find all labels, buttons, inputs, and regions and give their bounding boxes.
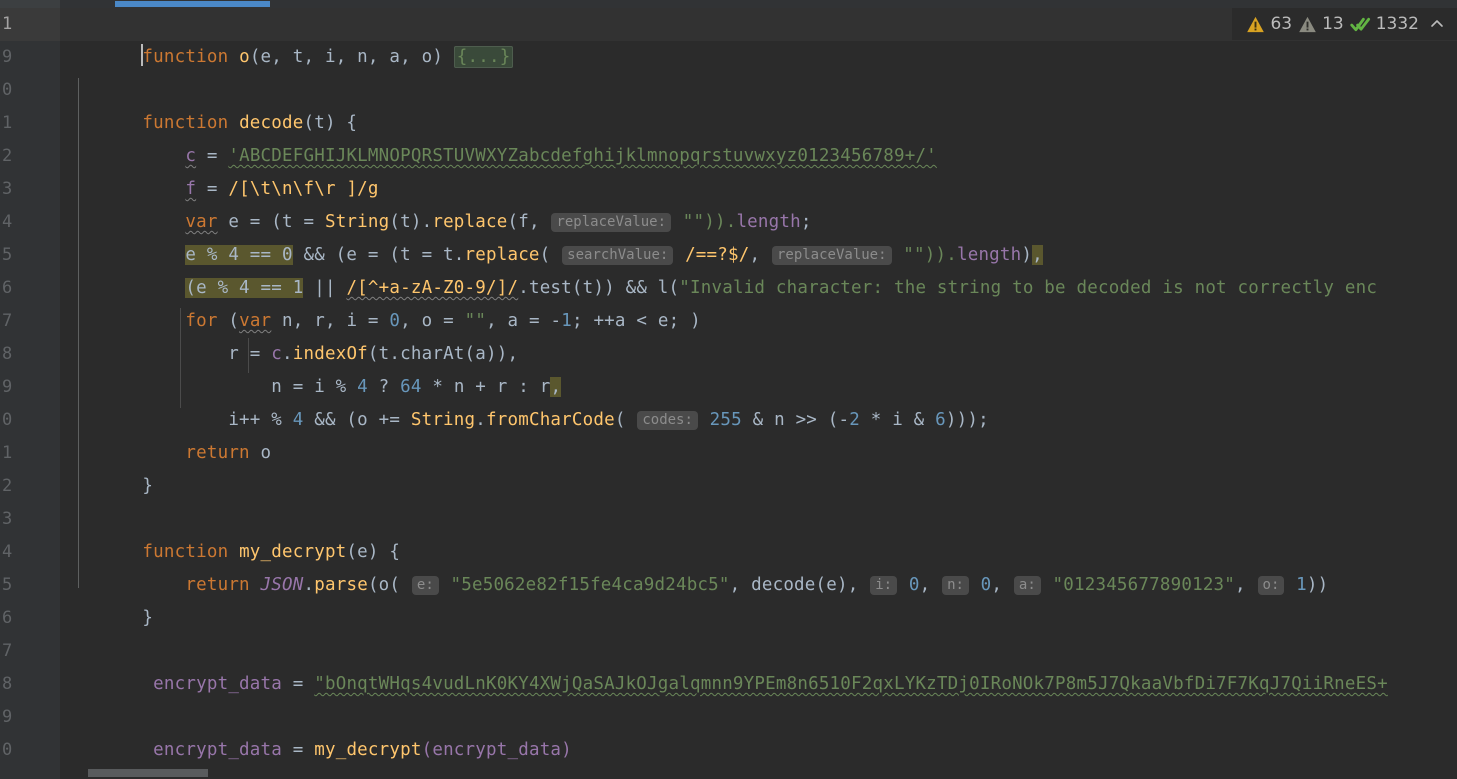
line-number[interactable]: 3: [0, 503, 60, 536]
line-number-gutter: 1 9 0 1 2 3 4 5 6 7 8 9 0 1 2 3 4 5 6 7 …: [0, 8, 60, 779]
code-line[interactable]: e % 4 == 0 && (e = (t = t.replace( searc…: [60, 206, 1457, 265]
line-number[interactable]: 0: [0, 404, 60, 437]
code-line[interactable]: var e = (t = String(t).replace(f, replac…: [60, 173, 1457, 232]
warning-status[interactable]: 63: [1246, 14, 1292, 34]
editor-top-bar: [0, 0, 1457, 8]
line-number[interactable]: 1: [0, 8, 60, 41]
line-number[interactable]: 2: [0, 140, 60, 173]
line-number[interactable]: 9: [0, 41, 60, 74]
warning-count: 63: [1270, 14, 1293, 34]
weak-warning-count: 13: [1322, 14, 1344, 34]
line-number[interactable]: 5: [0, 239, 60, 272]
inspection-status-widget[interactable]: 63 13 1332: [1232, 8, 1457, 40]
line-number[interactable]: 5: [0, 569, 60, 602]
line-number[interactable]: 7: [0, 305, 60, 338]
weak-warning-triangle-icon: [1299, 16, 1316, 32]
line-number[interactable]: 6: [0, 602, 60, 635]
code-line[interactable]: [60, 470, 1457, 503]
code-line[interactable]: return JSON.parse(o( e: "5e5062e82f15fe4…: [60, 536, 1457, 595]
chevron-up-icon[interactable]: [1429, 17, 1445, 31]
code-line[interactable]: r = c.indexOf(t.charAt(a)),: [60, 305, 1457, 364]
line-number[interactable]: 7: [0, 635, 60, 668]
line-number[interactable]: 3: [0, 173, 60, 206]
code-line[interactable]: function my_decrypt(e) {: [60, 503, 1457, 562]
code-line[interactable]: }: [60, 569, 1457, 628]
ok-count: 1332: [1375, 14, 1419, 34]
code-line[interactable]: c = 'ABCDEFGHIJKLMNOPQRSTUVWXYZabcdefghi…: [60, 107, 1457, 166]
code-line[interactable]: [60, 668, 1457, 701]
line-number[interactable]: 9: [0, 701, 60, 734]
weak-warning-status[interactable]: 13: [1298, 14, 1344, 34]
code-line[interactable]: console.log(encrypt_data): [60, 734, 1457, 767]
line-number[interactable]: 0: [0, 734, 60, 767]
green-check-icon: [1350, 17, 1370, 31]
line-number[interactable]: 2: [0, 470, 60, 503]
code-line[interactable]: return o: [60, 404, 1457, 463]
warning-triangle-icon: [1247, 16, 1265, 32]
line-number[interactable]: 1: [0, 437, 60, 470]
code-line[interactable]: f = /[\t\n\f\r ]/g: [60, 140, 1457, 199]
line-number[interactable]: 6: [0, 272, 60, 305]
code-line[interactable]: [60, 602, 1457, 635]
line-number[interactable]: 0: [0, 74, 60, 107]
line-number[interactable]: 4: [0, 206, 60, 239]
ide-editor-window: 1 9 0 1 2 3 4 5 6 7 8 9 0 1 2 3 4 5 6 7 …: [0, 0, 1457, 779]
horizontal-scroll-thumb-bottom[interactable]: [88, 769, 208, 777]
line-number[interactable]: 8: [0, 668, 60, 701]
code-line[interactable]: encrypt_data = my_decrypt(encrypt_data): [60, 701, 1457, 760]
code-text-area[interactable]: function o(e, t, i, n, a, o) {...} funct…: [60, 8, 1457, 771]
code-line[interactable]: n = i % 4 ? 64 * n + r : r,: [60, 338, 1457, 397]
code-line[interactable]: }: [60, 437, 1457, 496]
code-line[interactable]: i++ % 4 && (o += String.fromCharCode( co…: [60, 371, 1457, 430]
code-line[interactable]: [60, 41, 1457, 74]
horizontal-scroll-thumb-top[interactable]: [115, 1, 270, 7]
code-line[interactable]: function decode(t) {: [60, 74, 1457, 133]
editor-bottom-bar: [60, 767, 1457, 779]
line-number[interactable]: 1: [0, 107, 60, 140]
code-line[interactable]: encrypt_data = "bOnqtWHqs4vudLnK0KY4XWjQ…: [60, 635, 1457, 694]
line-number[interactable]: 9: [0, 371, 60, 404]
code-line[interactable]: (e % 4 == 1 || /[^+a-zA-Z0-9/]/.test(t))…: [60, 239, 1457, 298]
code-line[interactable]: for (var n, r, i = 0, o = "", a = -1; ++…: [60, 272, 1457, 331]
line-number[interactable]: 4: [0, 536, 60, 569]
ok-status[interactable]: 1332: [1350, 14, 1419, 34]
line-number[interactable]: 8: [0, 338, 60, 371]
